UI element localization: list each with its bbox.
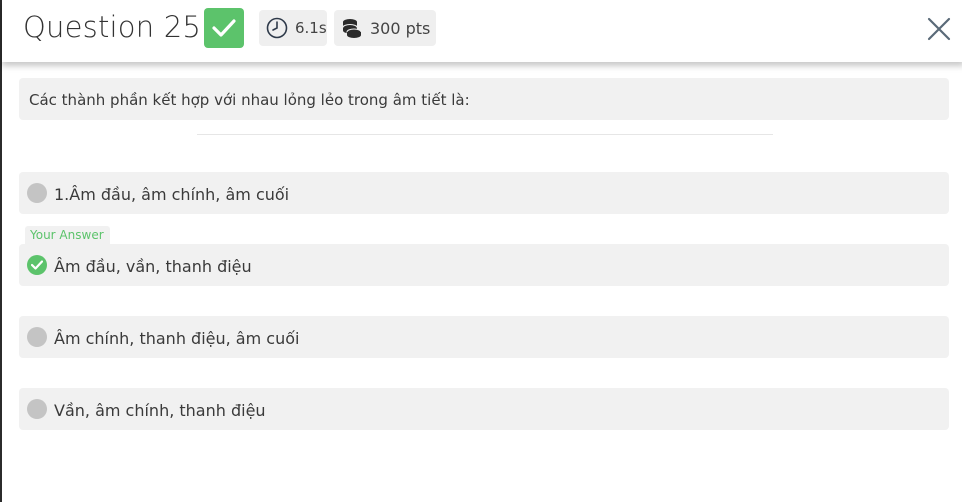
points-chip: 300 pts [334, 10, 436, 46]
option-1[interactable]: 1.Âm đầu, âm chính, âm cuối [19, 172, 949, 214]
question-box: Các thành phần kết hợp với nhau lỏng lẻo… [19, 78, 949, 120]
quiz-review-panel: Question 25 6.1s 300 pts Các thành phần … [0, 0, 962, 502]
coins-icon [341, 17, 363, 43]
question-title: Question 25 [23, 10, 202, 44]
radio-icon [27, 183, 47, 203]
check-circle-icon [27, 255, 47, 275]
clock-icon [266, 17, 288, 43]
option-label: Âm chính, thanh điệu, âm cuối [54, 329, 300, 348]
time-chip: 6.1s [259, 10, 327, 46]
radio-icon [27, 399, 47, 419]
question-text: Các thành phần kết hợp với nhau lỏng lẻo… [29, 91, 470, 109]
option-label: Vần, âm chính, thanh điệu [54, 401, 266, 420]
divider [197, 134, 773, 135]
option-3[interactable]: Âm chính, thanh điệu, âm cuối [19, 316, 949, 358]
close-icon[interactable] [926, 16, 952, 42]
time-value: 6.1s [295, 19, 327, 37]
option-2[interactable]: Âm đầu, vần, thanh điệu [19, 244, 949, 286]
option-label: 1.Âm đầu, âm chính, âm cuối [54, 185, 290, 204]
your-answer-tag: Your Answer [25, 226, 110, 244]
option-label: Âm đầu, vần, thanh điệu [54, 257, 252, 276]
radio-icon [27, 327, 47, 347]
correct-check-icon [204, 8, 244, 48]
question-header: Question 25 6.1s 300 pts [2, 0, 962, 62]
option-4[interactable]: Vần, âm chính, thanh điệu [19, 388, 949, 430]
points-value: 300 pts [370, 19, 431, 38]
